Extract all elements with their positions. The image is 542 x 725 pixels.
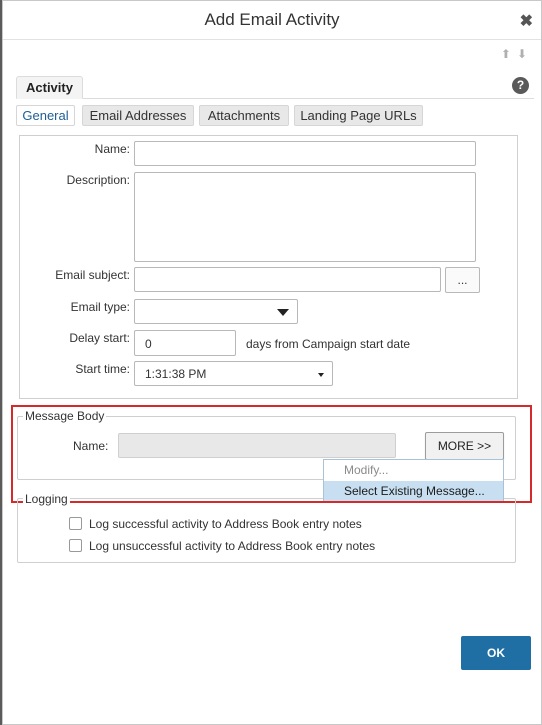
- name-input[interactable]: [134, 141, 476, 166]
- description-textarea[interactable]: [134, 172, 476, 262]
- dialog-title: Add Email Activity: [204, 10, 340, 29]
- arrow-up-icon[interactable]: ⬆: [501, 47, 517, 61]
- description-label: Description:: [66, 173, 130, 187]
- log-success-label: Log successful activity to Address Book …: [89, 517, 362, 531]
- email-subject-label: Email subject:: [55, 268, 130, 282]
- add-email-activity-dialog: Add Email Activity ✖ ⬆⬇ Activity ? Gener…: [2, 0, 542, 725]
- tab-activity[interactable]: Activity: [16, 76, 83, 99]
- start-time-select[interactable]: 1:31:38 PM: [134, 361, 333, 386]
- delay-start-input[interactable]: 0: [134, 330, 236, 356]
- log-failure-label: Log unsuccessful activity to Address Boo…: [89, 539, 376, 553]
- more-menu: Modify... Select Existing Message...: [323, 459, 504, 501]
- subtab-attachments[interactable]: Attachments: [199, 105, 289, 126]
- email-type-select[interactable]: [134, 299, 298, 324]
- chevron-down-icon: [277, 309, 289, 316]
- email-type-label: Email type:: [70, 300, 130, 314]
- menu-item-modify: Modify...: [344, 463, 389, 477]
- email-subject-input[interactable]: [134, 267, 441, 292]
- arrow-down-icon[interactable]: ⬇: [517, 47, 533, 61]
- close-icon[interactable]: ✖: [520, 11, 533, 31]
- log-failure-checkbox[interactable]: [69, 539, 82, 552]
- subtab-landing-page-urls[interactable]: Landing Page URLs: [294, 105, 423, 126]
- browse-subject-button[interactable]: ...: [445, 267, 480, 293]
- help-icon[interactable]: ?: [512, 77, 529, 94]
- name-label: Name:: [94, 142, 130, 156]
- chevron-down-icon: [318, 373, 324, 377]
- general-panel: Name: Description: Email subject: ... Em…: [19, 135, 518, 399]
- delay-suffix-text: days from Campaign start date: [246, 337, 411, 351]
- log-success-checkbox[interactable]: [69, 517, 82, 530]
- start-time-label: Start time:: [75, 362, 130, 376]
- ok-button[interactable]: OK: [461, 636, 531, 670]
- start-time-value: 1:31:38 PM: [145, 367, 207, 381]
- menu-item-select-existing-message[interactable]: Select Existing Message...: [324, 481, 503, 501]
- nav-arrows: ⬆⬇: [501, 47, 533, 61]
- subtab-general[interactable]: General: [16, 105, 75, 126]
- subtab-email-addresses[interactable]: Email Addresses: [82, 105, 194, 126]
- main-tab-bar: Activity: [16, 76, 534, 99]
- delay-start-label: Delay start:: [69, 331, 130, 345]
- title-bar: Add Email Activity ✖: [3, 1, 541, 40]
- logging-legend: Logging: [23, 492, 70, 506]
